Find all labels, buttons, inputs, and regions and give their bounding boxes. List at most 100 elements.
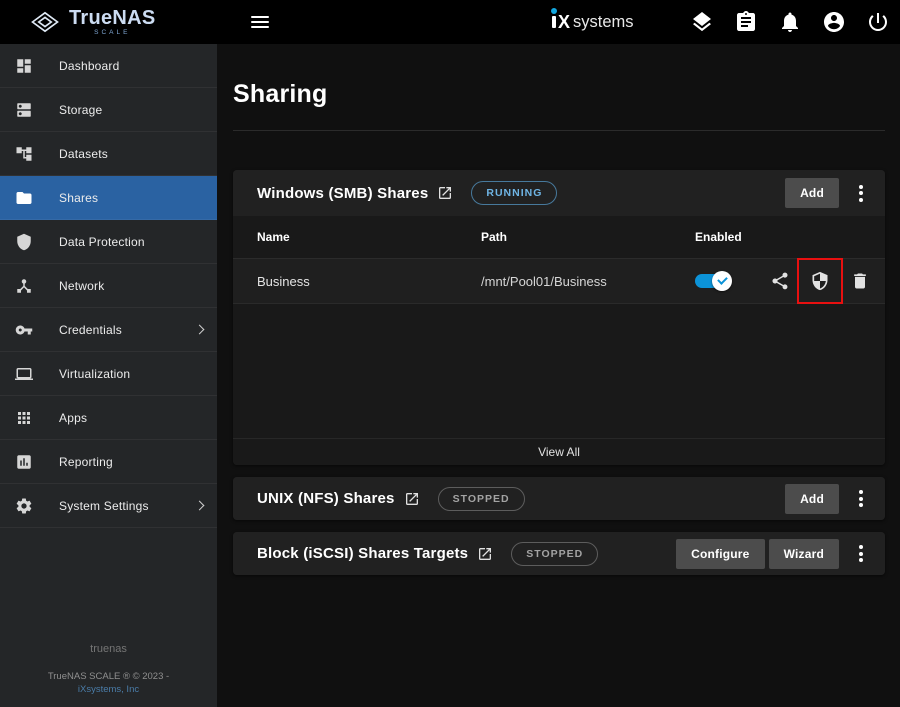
share-name: Business <box>257 274 481 289</box>
iscsi-header-actions: Configure Wizard <box>676 539 869 569</box>
smb-table-header: Name Path Enabled <box>233 216 885 259</box>
sidebar-item-label: Datasets <box>59 147 108 161</box>
ix-x-glyph: X <box>558 13 570 31</box>
sidebar-item-datasets[interactable]: Datasets <box>0 132 217 176</box>
tasks-clipboard-icon[interactable] <box>734 10 758 34</box>
ixsystems-link[interactable]: iXsystems, Inc <box>0 684 217 695</box>
chevron-right-icon <box>195 501 205 511</box>
sidebar-item-data-protection[interactable]: Data Protection <box>0 220 217 264</box>
apps-grid-icon <box>15 409 33 427</box>
smb-card-title: Windows (SMB) Shares <box>257 185 428 202</box>
iscsi-card-title: Block (iSCSI) Shares Targets <box>257 545 468 562</box>
iscsi-status-badge: STOPPED <box>511 542 598 566</box>
column-header-enabled: Enabled <box>695 230 770 244</box>
enabled-toggle[interactable] <box>695 274 729 288</box>
sidebar-item-virtualization[interactable]: Virtualization <box>0 352 217 396</box>
topbar-icons <box>690 0 890 44</box>
key-icon <box>15 321 33 339</box>
row-actions <box>770 271 885 291</box>
brand-name: TrueNAS <box>69 8 156 28</box>
monitor-icon <box>15 365 33 383</box>
datasets-tree-icon <box>15 145 33 163</box>
account-icon[interactable] <box>822 10 846 34</box>
dashboard-icon <box>15 57 33 75</box>
smb-add-button[interactable]: Add <box>785 178 839 208</box>
nfs-add-button[interactable]: Add <box>785 484 839 514</box>
ix-i-glyph <box>552 16 556 28</box>
ix-systems-text: systems <box>573 14 634 31</box>
column-header-name: Name <box>257 230 481 244</box>
layers-icon[interactable] <box>690 10 714 34</box>
sidebar: Dashboard Storage Datasets Shares Data P… <box>0 44 217 707</box>
sidebar-item-label: Data Protection <box>59 235 145 249</box>
page-title: Sharing <box>233 80 885 109</box>
shield-icon <box>15 233 33 251</box>
truenas-logo-icon <box>30 9 60 35</box>
menu-icon[interactable] <box>247 9 273 35</box>
nfs-status-badge: STOPPED <box>438 487 525 511</box>
sidebar-item-label: Shares <box>59 191 98 205</box>
truenas-brand[interactable]: TrueNAS SCALE <box>0 0 217 44</box>
open-in-new-icon[interactable] <box>437 185 453 201</box>
sidebar-item-reporting[interactable]: Reporting <box>0 440 217 484</box>
nfs-card-title: UNIX (NFS) Shares <box>257 490 395 507</box>
nfs-card-header: UNIX (NFS) Shares STOPPED Add <box>233 477 885 520</box>
sidebar-item-label: Credentials <box>59 323 122 337</box>
smb-kebab-menu-icon[interactable] <box>853 180 869 206</box>
sidebar-item-label: Virtualization <box>59 367 130 381</box>
sidebar-footer: truenas TrueNAS SCALE ® © 2023 - iXsyste… <box>0 643 217 695</box>
sidebar-item-label: Apps <box>59 411 87 425</box>
brand-text: TrueNAS SCALE <box>69 8 156 37</box>
smb-status-badge: RUNNING <box>471 181 557 205</box>
share-icon[interactable] <box>770 271 790 291</box>
sidebar-item-dashboard[interactable]: Dashboard <box>0 44 217 88</box>
sidebar-item-network[interactable]: Network <box>0 264 217 308</box>
notifications-bell-icon[interactable] <box>778 10 802 34</box>
shares-folder-icon <box>15 189 33 207</box>
sidebar-item-label: Reporting <box>59 455 113 469</box>
footer-copyright: TrueNAS SCALE ® © 2023 - <box>0 670 217 684</box>
open-in-new-icon[interactable] <box>477 546 493 562</box>
smb-header-actions: Add <box>785 178 869 208</box>
iscsi-shares-card: Block (iSCSI) Shares Targets STOPPED Con… <box>233 532 885 575</box>
wizard-button[interactable]: Wizard <box>769 539 839 569</box>
configure-button[interactable]: Configure <box>676 539 764 569</box>
sidebar-item-label: Network <box>59 279 104 293</box>
main-content: Sharing Windows (SMB) Shares RUNNING Add… <box>217 44 900 707</box>
sidebar-item-label: Storage <box>59 103 102 117</box>
sidebar-item-credentials[interactable]: Credentials <box>0 308 217 352</box>
nfs-header-actions: Add <box>785 484 869 514</box>
nfs-shares-card: UNIX (NFS) Shares STOPPED Add <box>233 477 885 520</box>
iscsi-card-header: Block (iSCSI) Shares Targets STOPPED Con… <box>233 532 885 575</box>
sidebar-item-shares[interactable]: Shares <box>0 176 217 220</box>
acl-shield-wrap <box>810 271 830 291</box>
share-acl-shield-icon[interactable] <box>810 271 830 291</box>
iscsi-kebab-menu-icon[interactable] <box>853 541 869 567</box>
smb-shares-card: Windows (SMB) Shares RUNNING Add Name Pa… <box>233 170 885 465</box>
bar-chart-icon <box>15 453 33 471</box>
toggle-knob <box>712 271 732 291</box>
open-in-new-icon[interactable] <box>404 491 420 507</box>
power-icon[interactable] <box>866 10 890 34</box>
gear-icon <box>15 497 33 515</box>
sidebar-item-system-settings[interactable]: System Settings <box>0 484 217 528</box>
sidebar-item-label: System Settings <box>59 499 149 513</box>
smb-card-header: Windows (SMB) Shares RUNNING Add <box>233 170 885 216</box>
column-header-path: Path <box>481 230 695 244</box>
nfs-kebab-menu-icon[interactable] <box>853 486 869 512</box>
view-all-button[interactable]: View All <box>233 438 885 465</box>
chevron-right-icon <box>195 325 205 335</box>
network-hub-icon <box>15 277 33 295</box>
empty-area <box>233 304 885 438</box>
delete-icon[interactable] <box>850 271 870 291</box>
sidebar-item-apps[interactable]: Apps <box>0 396 217 440</box>
sidebar-item-storage[interactable]: Storage <box>0 88 217 132</box>
topbar: TrueNAS SCALE X systems <box>0 0 900 44</box>
truenas-app: TrueNAS SCALE X systems <box>0 0 900 707</box>
title-divider <box>233 130 885 131</box>
storage-icon <box>15 101 33 119</box>
share-path: /mnt/Pool01/Business <box>481 274 695 289</box>
brand-sub: SCALE <box>94 30 130 37</box>
ixsystems-logo: X systems <box>552 13 634 31</box>
sidebar-item-label: Dashboard <box>59 59 120 73</box>
